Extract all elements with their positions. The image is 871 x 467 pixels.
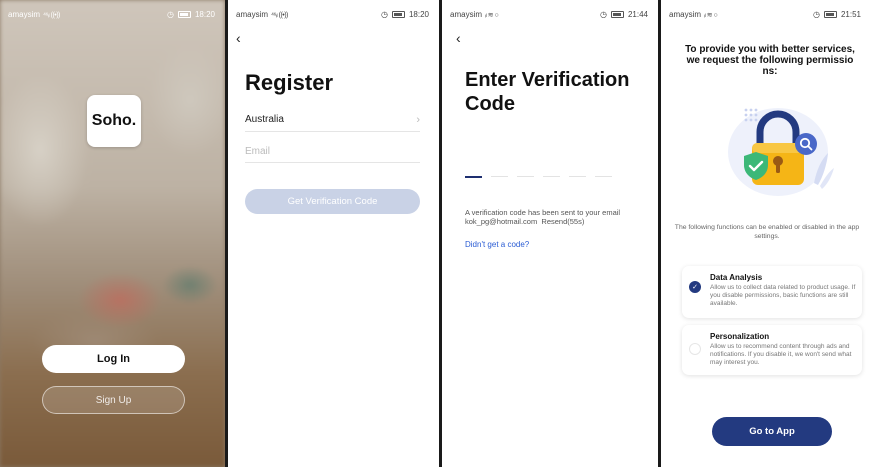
code-digit-slot[interactable] bbox=[543, 176, 560, 177]
status-bar: amaysim ⁴⁶ᵢₗ ((•)) ◷ 18:20 bbox=[0, 0, 225, 28]
battery-icon bbox=[177, 10, 191, 18]
chevron-right-icon: › bbox=[416, 113, 420, 126]
email-input[interactable] bbox=[245, 141, 420, 163]
permission-card-personalization[interactable]: Personalization Allow us to recommend co… bbox=[682, 325, 862, 375]
signal-icon: ᵢₗ ≋ ○ bbox=[485, 11, 499, 19]
code-digit-slot[interactable] bbox=[595, 176, 612, 177]
signal-icon: ⁴⁶ᵢₗ ((•)) bbox=[271, 11, 288, 19]
status-time: 21:44 bbox=[627, 9, 648, 19]
carrier-label: amaysim bbox=[450, 9, 483, 19]
signal-icon: ⁴⁶ᵢₗ ((•)) bbox=[43, 11, 60, 19]
code-digit-slot[interactable] bbox=[517, 176, 534, 177]
verification-message: A verification code has been sent to you… bbox=[465, 208, 645, 226]
permission-title: Personalization bbox=[710, 332, 770, 341]
battery-icon bbox=[391, 10, 405, 18]
country-value: Australia bbox=[245, 114, 284, 125]
status-bar: amaysim ⁴⁶ᵢₗ ((•)) ◷ 18:20 bbox=[228, 0, 439, 28]
signal-icon: ᵢₗ ≋ ○ bbox=[704, 11, 718, 19]
get-verification-code-button[interactable]: Get Verification Code bbox=[245, 189, 420, 214]
back-arrow-icon[interactable]: ‹ bbox=[236, 30, 241, 46]
carrier-label: amaysim bbox=[669, 9, 702, 19]
alarm-icon: ◷ bbox=[166, 9, 174, 19]
permission-title: Data Analysis bbox=[710, 273, 763, 282]
alarm-icon: ◷ bbox=[380, 9, 388, 19]
code-input[interactable] bbox=[465, 176, 612, 178]
register-screen: amaysim ⁴⁶ᵢₗ ((•)) ◷ 18:20 ‹ Register Aust… bbox=[228, 0, 439, 467]
battery-icon bbox=[610, 10, 624, 18]
unchecked-circle-icon[interactable] bbox=[689, 343, 701, 355]
status-time: 18:20 bbox=[408, 9, 429, 19]
code-digit-slot[interactable] bbox=[465, 176, 482, 178]
go-to-app-button[interactable]: Go to App bbox=[712, 417, 832, 446]
status-bar: amaysim ᵢₗ ≋ ○ ◷ 21:51 bbox=[661, 0, 871, 28]
status-time: 21:51 bbox=[840, 9, 861, 19]
battery-icon bbox=[823, 10, 837, 18]
permissions-screen: amaysim ᵢₗ ≋ ○ ◷ 21:51 To provide you with… bbox=[661, 0, 871, 467]
page-title: To provide you with better services, we … bbox=[685, 44, 855, 77]
code-digit-slot[interactable] bbox=[491, 176, 508, 177]
alarm-icon: ◷ bbox=[812, 9, 820, 19]
back-arrow-icon[interactable]: ‹ bbox=[456, 30, 461, 46]
permissions-description: The following functions can be enabled o… bbox=[674, 224, 860, 240]
permission-card-data-analysis[interactable]: ✓ Data Analysis Allow us to collect data… bbox=[682, 266, 862, 318]
carrier-label: amaysim bbox=[8, 9, 41, 19]
signup-button[interactable]: Sign Up bbox=[42, 386, 185, 414]
status-time: 18:20 bbox=[194, 9, 215, 19]
permission-text: Allow us to recommend content through ad… bbox=[710, 343, 852, 366]
page-title: Register bbox=[245, 70, 334, 95]
didnt-get-code-link[interactable]: Didn't get a code? bbox=[465, 240, 529, 249]
welcome-screen: amaysim ⁴⁶ᵢₗ ((•)) ◷ 18:20 Soho. Log In Si… bbox=[0, 0, 225, 467]
resend-countdown: Resend(55s) bbox=[541, 217, 585, 226]
soho-logo: Soho. bbox=[87, 95, 141, 147]
permission-text: Allow us to collect data related to prod… bbox=[710, 284, 856, 307]
country-selector[interactable]: Australia › bbox=[245, 108, 420, 132]
security-lock-illustration bbox=[728, 108, 834, 196]
status-bar: amaysim ᵢₗ ≋ ○ ◷ 21:44 bbox=[442, 0, 658, 28]
login-button[interactable]: Log In bbox=[42, 345, 185, 373]
code-digit-slot[interactable] bbox=[569, 176, 586, 177]
verification-screen: amaysim ᵢₗ ≋ ○ ◷ 21:44 ‹ Enter Verificatio… bbox=[442, 0, 658, 467]
checkmark-icon[interactable]: ✓ bbox=[689, 281, 701, 293]
alarm-icon: ◷ bbox=[599, 9, 607, 19]
page-title: Enter Verification Code bbox=[465, 69, 630, 115]
carrier-label: amaysim bbox=[236, 9, 269, 19]
